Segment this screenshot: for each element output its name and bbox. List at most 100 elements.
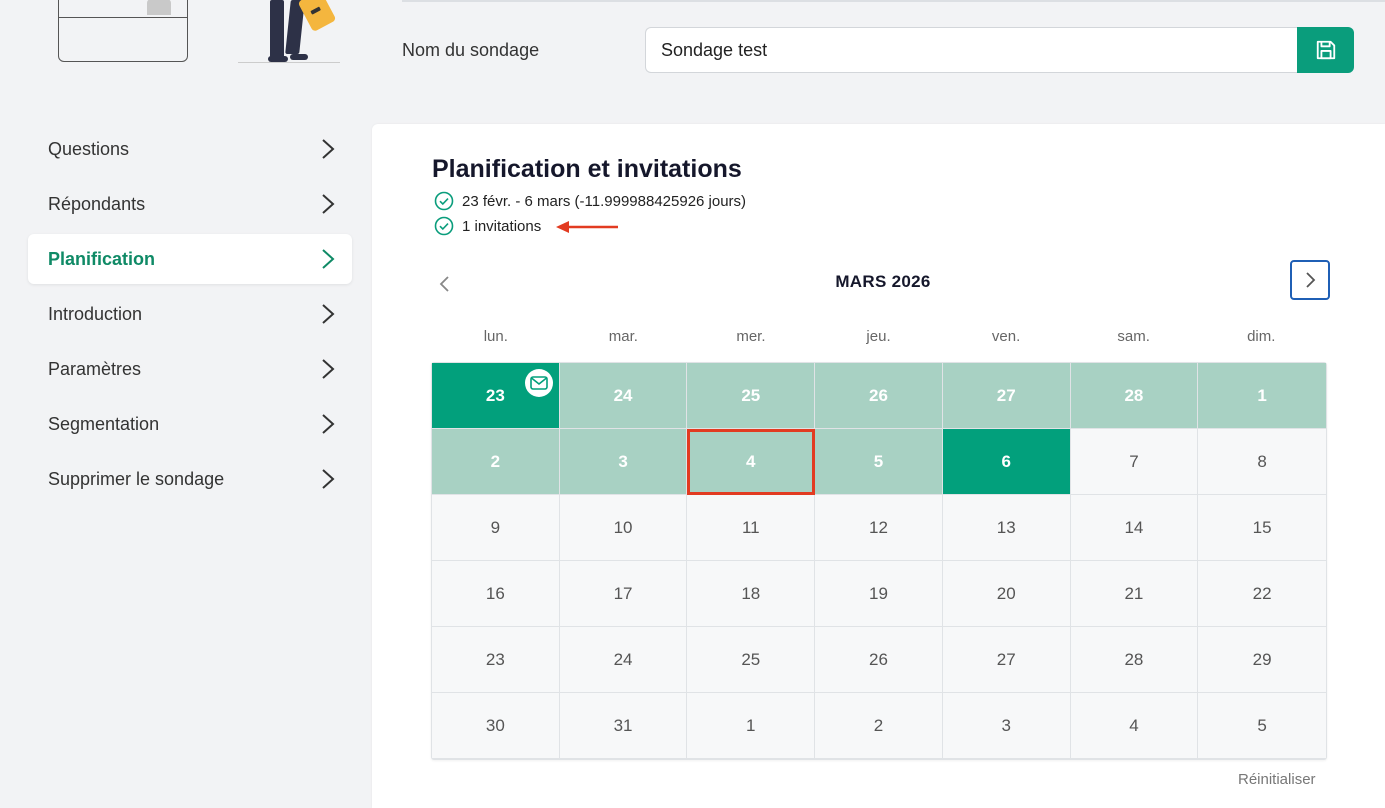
calendar-day[interactable]: 5 — [815, 429, 943, 495]
sidebar-item-segmentation[interactable]: Segmentation — [28, 399, 352, 449]
calendar-day[interactable]: 9 — [432, 495, 560, 561]
calendar-day[interactable]: 7 — [1070, 429, 1199, 495]
day-number: 25 — [741, 649, 761, 669]
calendar-day-range-start[interactable]: 23 — [432, 363, 560, 429]
calendar-day[interactable]: 15 — [1198, 495, 1326, 561]
chevron-right-icon — [322, 194, 335, 214]
weekday-label: mer. — [736, 328, 766, 345]
chevron-right-icon — [322, 249, 335, 269]
day-number: 31 — [613, 715, 633, 735]
page-title: Planification et invitations — [432, 155, 742, 183]
calendar-day[interactable]: 12 — [815, 495, 943, 561]
invitations-text: 1 invitations — [462, 217, 542, 235]
day-number: 5 — [1257, 715, 1267, 735]
sidebar-item-delete-survey[interactable]: Supprimer le sondage — [28, 454, 352, 504]
calendar-day[interactable]: 1 — [1198, 363, 1326, 429]
day-number: 24 — [613, 649, 633, 669]
sidebar-nav: Questions Répondants Planification Intro… — [28, 124, 352, 509]
weekday-label: dim. — [1247, 328, 1276, 345]
calendar-day[interactable]: 24 — [559, 363, 688, 429]
calendar-day[interactable]: 19 — [815, 561, 943, 627]
day-number: 26 — [869, 385, 888, 405]
date-range-text: 23 févr. - 6 mars (-11.999988425926 jour… — [462, 192, 747, 210]
day-number: 11 — [741, 517, 760, 537]
reset-link[interactable]: Réinitialiser — [1238, 771, 1316, 788]
day-number: 28 — [1124, 649, 1144, 669]
sidebar-item-label: Introduction — [48, 303, 143, 324]
calendar-day[interactable]: 27 — [942, 363, 1071, 429]
illustration-box — [58, 0, 188, 62]
day-number: 23 — [485, 385, 505, 405]
mail-icon — [524, 369, 553, 397]
day-number: 8 — [1257, 451, 1267, 471]
weekday-label: mar. — [608, 328, 638, 345]
calendar-day[interactable]: 13 — [942, 495, 1071, 561]
save-button[interactable] — [1297, 27, 1354, 73]
chevron-right-icon — [1306, 272, 1316, 288]
calendar-day[interactable]: 5 — [1198, 693, 1326, 759]
calendar-day[interactable]: 1 — [687, 693, 816, 759]
calendar-day[interactable]: 27 — [942, 627, 1071, 693]
calendar-day[interactable]: 22 — [1198, 561, 1326, 627]
day-number: 14 — [1124, 517, 1144, 537]
illustration-ground — [238, 62, 340, 63]
sidebar-item-introduction[interactable]: Introduction — [28, 289, 352, 339]
day-number: 22 — [1252, 583, 1272, 603]
calendar-month-label: MARS 2026 — [835, 272, 931, 291]
calendar-day[interactable]: 17 — [559, 561, 688, 627]
calendar-day[interactable]: 16 — [432, 561, 560, 627]
calendar-day[interactable]: 14 — [1070, 495, 1199, 561]
day-number: 2 — [490, 451, 501, 471]
sidebar-item-label: Segmentation — [48, 413, 160, 434]
day-number: 18 — [741, 583, 761, 603]
calendar-day[interactable]: 28 — [1070, 627, 1199, 693]
calendar-day[interactable]: 29 — [1198, 627, 1326, 693]
sidebar-item-label: Supprimer le sondage — [48, 468, 225, 489]
survey-name-input[interactable]: Sondage test — [645, 27, 1298, 73]
day-number: 24 — [613, 385, 633, 405]
calendar-day[interactable]: 24 — [559, 627, 688, 693]
calendar-day[interactable]: 18 — [687, 561, 816, 627]
calendar-day[interactable]: 21 — [1070, 561, 1199, 627]
calendar-day[interactable]: 8 — [1198, 429, 1326, 495]
calendar-weekdays: lun. mar. mer. jeu. ven. sam. dim. — [432, 328, 1325, 345]
calendar-day[interactable]: 23 — [432, 627, 560, 693]
sidebar-item-settings[interactable]: Paramètres — [28, 344, 352, 394]
calendar-day[interactable]: 2 — [432, 429, 560, 495]
day-number: 3 — [1001, 715, 1011, 735]
annotation-arrow-icon — [556, 221, 618, 233]
weekday-label: sam. — [1117, 328, 1150, 345]
calendar-day[interactable]: 3 — [942, 693, 1071, 759]
calendar-day[interactable]: 30 — [432, 693, 560, 759]
sidebar-item-label: Paramètres — [48, 358, 142, 379]
calendar-day[interactable]: 25 — [687, 363, 816, 429]
chevron-right-icon — [322, 139, 335, 159]
day-number: 20 — [996, 583, 1016, 603]
calendar-day[interactable]: 31 — [559, 693, 688, 759]
weekday-label: lun. — [483, 328, 508, 345]
next-month-button[interactable] — [1290, 260, 1330, 300]
calendar-day-range-end[interactable]: 6 — [942, 429, 1071, 495]
calendar-day[interactable]: 4 — [1070, 693, 1199, 759]
sidebar-item-planning[interactable]: Planification — [28, 234, 352, 284]
planning-panel: Planification et invitations 23 févr. - … — [372, 124, 1385, 808]
calendar-day[interactable]: 2 — [815, 693, 943, 759]
calendar-day[interactable]: 11 — [687, 495, 816, 561]
day-number: 28 — [1124, 385, 1144, 405]
day-number: 3 — [618, 451, 628, 471]
sidebar-item-questions[interactable]: Questions — [28, 124, 352, 174]
sidebar-item-respondents[interactable]: Répondants — [28, 179, 352, 229]
calendar-day[interactable]: 28 — [1070, 363, 1199, 429]
calendar-day[interactable]: 20 — [942, 561, 1071, 627]
calendar-day[interactable]: 26 — [815, 363, 943, 429]
weekday-label: ven. — [991, 328, 1021, 345]
day-number: 17 — [613, 583, 633, 603]
day-number: 2 — [873, 715, 884, 735]
calendar-day[interactable]: 10 — [559, 495, 688, 561]
calendar-day[interactable]: 3 — [559, 429, 688, 495]
day-number: 19 — [869, 583, 888, 603]
calendar-day[interactable]: 26 — [815, 627, 943, 693]
calendar-day-selected[interactable]: 4 — [687, 429, 816, 495]
day-number: 12 — [869, 517, 888, 537]
calendar-day[interactable]: 25 — [687, 627, 816, 693]
